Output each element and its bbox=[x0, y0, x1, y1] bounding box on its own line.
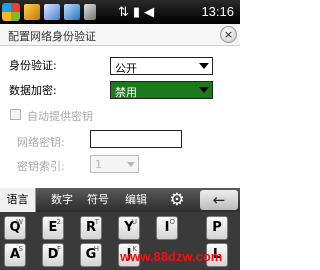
key-index-value: 1 bbox=[95, 158, 102, 171]
tab-symbols[interactable]: 符号 bbox=[83, 188, 113, 212]
windows-start-icon[interactable] bbox=[2, 3, 20, 21]
encryption-dropdown[interactable]: 禁用 bbox=[110, 81, 213, 99]
watermark-text: www.88dzw.com bbox=[120, 249, 223, 264]
auth-value: 公开 bbox=[115, 62, 137, 75]
key-qw[interactable]: Q W bbox=[4, 216, 26, 240]
backspace-button[interactable]: ← bbox=[200, 190, 238, 210]
key-p[interactable]: P bbox=[206, 216, 228, 240]
auto-key-checkbox[interactable] bbox=[10, 109, 21, 120]
keyboard-tab-bar: 语言 数字 符号 编辑 ⚙ ← bbox=[0, 188, 240, 212]
clock[interactable]: 13:16 bbox=[201, 4, 234, 19]
page-title: 配置网络身份验证 bbox=[8, 30, 96, 43]
key-sub: O bbox=[169, 218, 175, 226]
volume-icon[interactable]: ◀ bbox=[144, 5, 154, 20]
key-rt[interactable]: R T bbox=[80, 216, 102, 240]
key-e2[interactable]: E 2 bbox=[42, 216, 64, 240]
key-sub: 2 bbox=[56, 218, 61, 226]
network-key-input[interactable] bbox=[90, 130, 182, 148]
key-index-label: 密钥索引: bbox=[17, 160, 65, 173]
app-icon[interactable] bbox=[84, 4, 96, 20]
chevron-down-icon bbox=[199, 63, 209, 69]
key-df[interactable]: D F bbox=[42, 243, 64, 267]
signal-icon[interactable]: ▮ bbox=[133, 5, 140, 20]
key-io[interactable]: I O bbox=[156, 216, 178, 240]
key-sub: H bbox=[93, 245, 99, 253]
close-button[interactable]: × bbox=[220, 26, 237, 43]
key-sub: T bbox=[94, 218, 99, 226]
key-sub: U bbox=[131, 218, 137, 226]
auto-key-label: 自动提供密钥 bbox=[27, 110, 93, 123]
chevron-down-icon bbox=[199, 87, 209, 93]
network-key-label: 网络密钥: bbox=[17, 136, 65, 149]
key-yu[interactable]: Y U bbox=[118, 216, 140, 240]
key-sub: S bbox=[18, 245, 23, 253]
window-icon[interactable] bbox=[64, 4, 80, 20]
status-bar: ⇅ ▮ ◀ 13:16 bbox=[0, 0, 240, 24]
tab-numbers[interactable]: 数字 bbox=[47, 188, 77, 212]
auth-label: 身份验证: bbox=[9, 59, 57, 72]
key-sub: W bbox=[16, 218, 23, 226]
connectivity-icon[interactable]: ⇅ bbox=[118, 5, 129, 20]
folder-icon[interactable] bbox=[24, 4, 40, 20]
document-icon[interactable] bbox=[44, 4, 60, 20]
system-tray: ⇅ ▮ ◀ bbox=[118, 3, 154, 21]
key-sub: F bbox=[56, 245, 61, 253]
key-main: P bbox=[212, 220, 222, 235]
gear-icon[interactable]: ⚙ bbox=[166, 190, 188, 210]
auth-dropdown[interactable]: 公开 bbox=[110, 57, 213, 75]
encryption-value: 禁用 bbox=[115, 86, 137, 99]
key-index-dropdown[interactable]: 1 bbox=[90, 155, 139, 173]
window-title-bar: 配置网络身份验证 × bbox=[0, 24, 240, 46]
chevron-down-icon bbox=[127, 162, 135, 167]
tab-edit[interactable]: 编辑 bbox=[121, 188, 151, 212]
key-as[interactable]: A S bbox=[4, 243, 26, 267]
tab-language[interactable]: 语言 bbox=[0, 188, 36, 212]
key-gh[interactable]: G H bbox=[80, 243, 102, 267]
encryption-label: 数据加密: bbox=[9, 84, 57, 97]
